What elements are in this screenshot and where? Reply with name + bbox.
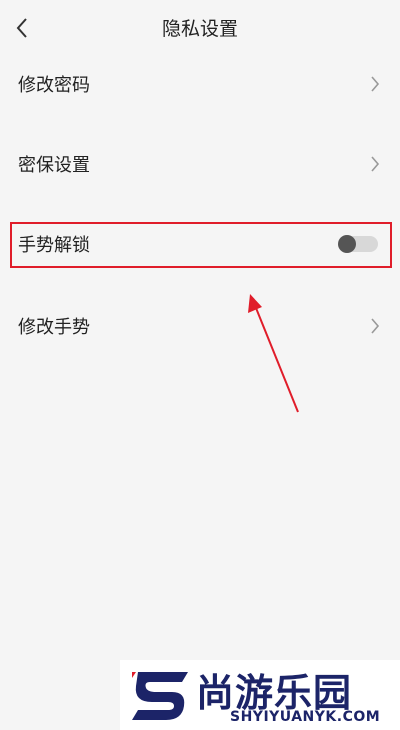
settings-item-change-password[interactable]: 修改密码	[0, 54, 400, 114]
header-bar: 隐私设置	[0, 0, 400, 56]
brand-s-logo	[132, 672, 188, 720]
settings-item-label: 密保设置	[18, 155, 90, 176]
chevron-right-icon	[368, 316, 382, 336]
settings-item-label: 修改手势	[18, 317, 90, 338]
settings-item-gesture-unlock: 手势解锁	[0, 214, 400, 274]
chevron-right-icon	[368, 154, 382, 174]
gesture-unlock-toggle[interactable]	[338, 235, 378, 253]
settings-item-label: 修改密码	[18, 75, 90, 96]
toggle-knob	[338, 235, 356, 253]
page-title: 隐私设置	[161, 18, 238, 40]
watermark-logo: 尚游乐园 SHYIYUANYK.COM	[120, 660, 400, 730]
settings-item-security-question[interactable]: 密保设置	[0, 134, 400, 194]
watermark-domain: SHYIYUANYK.COM	[230, 709, 381, 725]
chevron-right-icon	[368, 74, 382, 94]
settings-item-change-gesture[interactable]: 修改手势	[0, 296, 400, 356]
settings-item-label: 手势解锁	[18, 235, 90, 256]
